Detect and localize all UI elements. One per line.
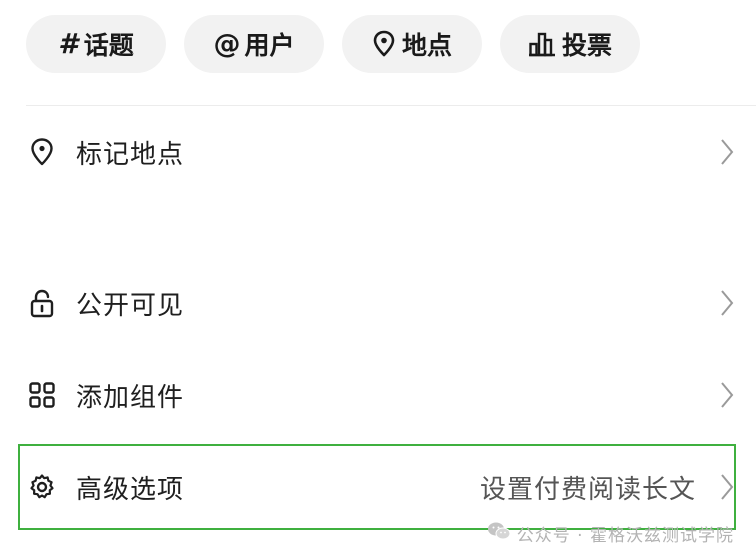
row-advanced-value: 设置付费阅读长文 [479, 474, 696, 505]
row-components-label: 添加组件 [76, 382, 185, 413]
bar-chart-icon [528, 31, 556, 57]
quick-insert-chips: # 话题 @ 用户 地点 投票 [26, 15, 640, 73]
chip-topic[interactable]: # 话题 [26, 15, 166, 73]
location-pin-icon [372, 30, 396, 58]
chip-user[interactable]: @ 用户 [184, 15, 324, 73]
chip-topic-label: 话题 [83, 31, 134, 60]
chevron-right-icon [718, 288, 736, 318]
watermark: 公众号 · 霍格沃兹测试学院 [487, 521, 734, 546]
chip-location-label: 地点 [401, 31, 452, 60]
chevron-right-icon [718, 472, 736, 502]
chip-user-label: 用户 [244, 31, 295, 60]
hashtag-icon: # [58, 27, 78, 60]
lock-open-icon [28, 289, 56, 318]
gear-icon [28, 473, 56, 501]
row-visibility[interactable]: 公开可见 [0, 268, 756, 338]
row-location-label: 标记地点 [76, 139, 185, 170]
location-pin-icon [28, 138, 56, 166]
grid-icon [28, 381, 56, 409]
chip-vote[interactable]: 投票 [500, 15, 640, 73]
watermark-text: 公众号 · 霍格沃兹测试学院 [516, 526, 734, 546]
chevron-right-icon [718, 137, 736, 167]
wechat-icon [487, 521, 511, 546]
row-advanced-label: 高级选项 [76, 474, 185, 505]
chip-location[interactable]: 地点 [342, 15, 482, 73]
divider [26, 105, 756, 106]
chevron-right-icon [718, 380, 736, 410]
row-location[interactable]: 标记地点 [0, 117, 756, 187]
at-icon: @ [213, 28, 241, 60]
row-components[interactable]: 添加组件 [0, 360, 756, 430]
row-visibility-label: 公开可见 [76, 290, 185, 321]
row-advanced[interactable]: 高级选项 设置付费阅读长文 [0, 452, 756, 522]
chip-vote-label: 投票 [561, 31, 612, 60]
